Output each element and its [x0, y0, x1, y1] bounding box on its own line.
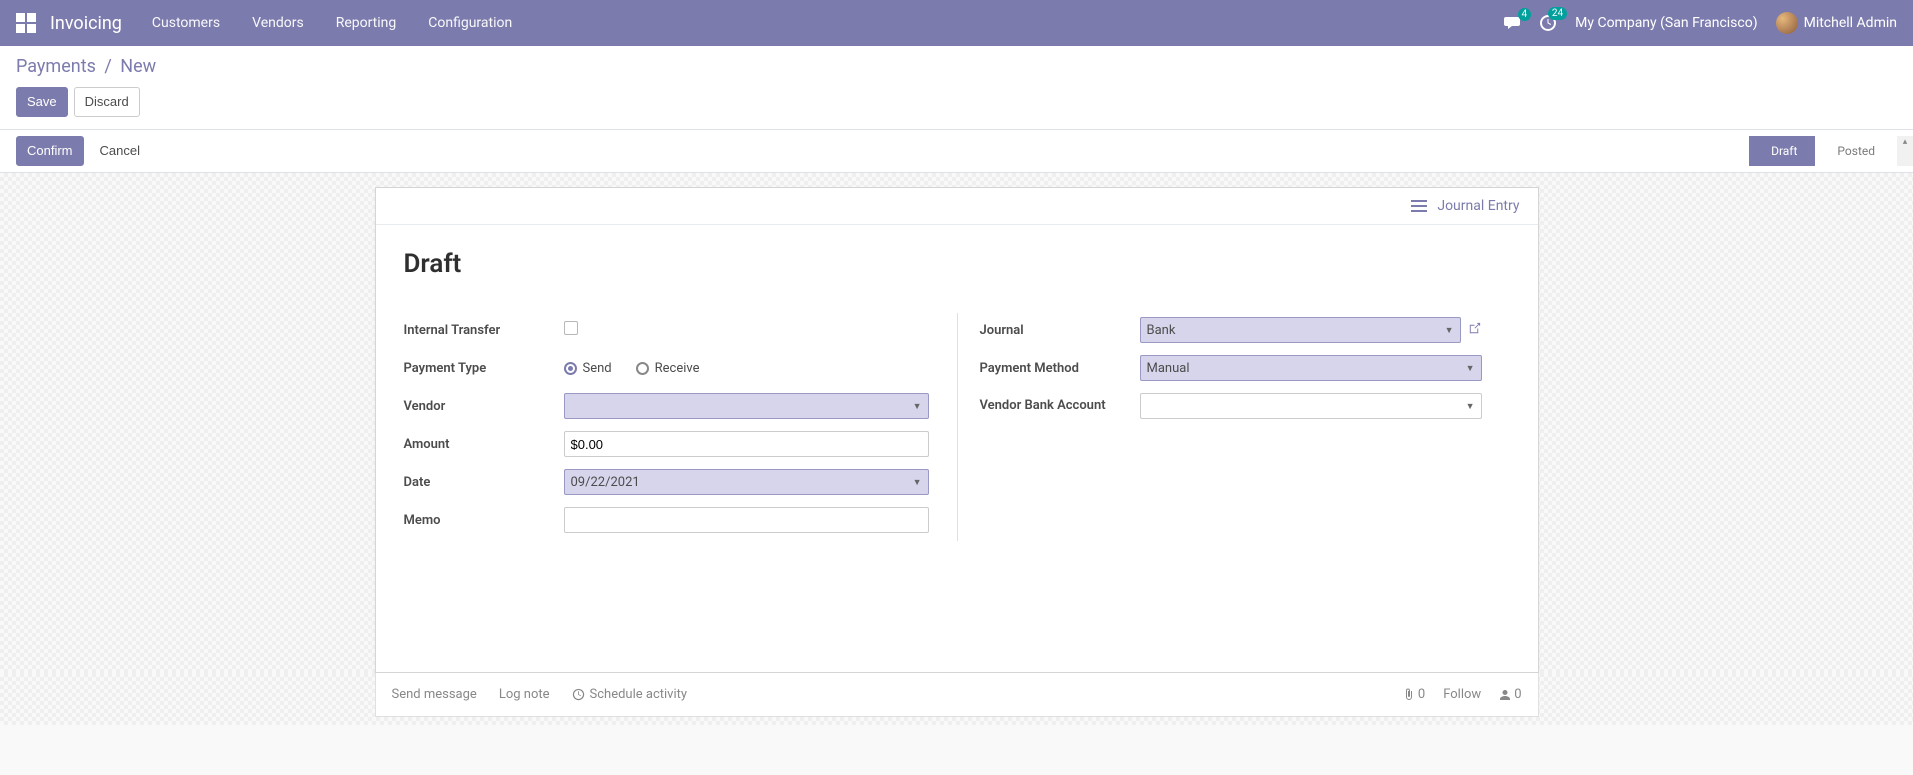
- caret-down-icon: ▼: [913, 401, 922, 412]
- internal-transfer-checkbox[interactable]: [564, 321, 578, 335]
- discuss-icon[interactable]: 4: [1503, 15, 1521, 31]
- group-left: Internal Transfer Payment Type Send: [404, 313, 957, 541]
- radio-receive[interactable]: Receive: [636, 361, 700, 376]
- label-payment-type: Payment Type: [404, 361, 564, 376]
- caret-down-icon: ▼: [1445, 325, 1454, 336]
- external-link-icon[interactable]: [1467, 321, 1482, 340]
- paperclip-icon: [1403, 688, 1415, 702]
- menu-configuration[interactable]: Configuration: [428, 15, 512, 31]
- radio-send-label: Send: [583, 361, 612, 376]
- chatter: Send message Log note Schedule activity …: [375, 673, 1539, 717]
- content: Journal Entry Draft Internal Transfer Pa…: [0, 173, 1913, 673]
- status-bar: Confirm Cancel Draft Posted: [0, 130, 1913, 173]
- label-internal-transfer: Internal Transfer: [404, 323, 564, 338]
- scrollbar[interactable]: [1897, 136, 1913, 166]
- label-vendor-bank-account: Vendor Bank Account: [958, 398, 1140, 415]
- activities-icon[interactable]: 24: [1539, 14, 1557, 32]
- vendor-bank-account-select[interactable]: ▼: [1140, 393, 1482, 419]
- payment-method-select[interactable]: Manual ▼: [1140, 355, 1482, 381]
- radio-receive-label: Receive: [655, 361, 700, 376]
- attachments-count: 0: [1418, 687, 1425, 702]
- followers-count: 0: [1514, 687, 1521, 702]
- caret-down-icon: ▼: [913, 477, 922, 488]
- label-memo: Memo: [404, 513, 564, 528]
- label-payment-method: Payment Method: [958, 361, 1140, 376]
- schedule-activity-label: Schedule activity: [590, 687, 688, 702]
- status-steps: Draft Posted: [1749, 136, 1893, 166]
- label-vendor: Vendor: [404, 399, 564, 414]
- sheet-toolbar: Journal Entry: [376, 188, 1538, 225]
- memo-input[interactable]: [564, 507, 929, 533]
- journal-entry-icon: [1411, 200, 1427, 212]
- save-button[interactable]: Save: [16, 87, 68, 117]
- breadcrumb-parent[interactable]: Payments: [16, 56, 96, 77]
- journal-select[interactable]: Bank ▼: [1140, 317, 1461, 343]
- radio-dot-icon: [636, 362, 649, 375]
- user-name: Mitchell Admin: [1804, 15, 1897, 31]
- stat-journal-entry-label: Journal Entry: [1437, 198, 1519, 214]
- label-amount: Amount: [404, 437, 564, 452]
- label-journal: Journal: [958, 323, 1140, 338]
- systray: 4 24 My Company (San Francisco) Mitchell…: [1503, 12, 1897, 34]
- navbar: Invoicing Customers Vendors Reporting Co…: [0, 0, 1913, 46]
- cancel-button[interactable]: Cancel: [90, 136, 150, 166]
- breadcrumb-current: New: [120, 56, 156, 77]
- cp-buttons: Save Discard: [16, 87, 1897, 117]
- menu-customers[interactable]: Customers: [152, 15, 220, 31]
- vendor-select[interactable]: ▼: [564, 393, 929, 419]
- journal-value: Bank: [1147, 323, 1176, 338]
- apps-icon[interactable]: [16, 13, 36, 33]
- status-step-draft[interactable]: Draft: [1749, 136, 1815, 166]
- clock-icon: [572, 688, 585, 701]
- avatar-icon: [1776, 12, 1798, 34]
- caret-down-icon: ▼: [1466, 363, 1475, 374]
- record-title: Draft: [404, 249, 1510, 279]
- stat-journal-entry[interactable]: Journal Entry: [1411, 198, 1519, 214]
- breadcrumb-sep: /: [104, 56, 111, 77]
- status-step-posted[interactable]: Posted: [1815, 136, 1893, 166]
- company-switcher[interactable]: My Company (San Francisco): [1575, 15, 1757, 31]
- confirm-button[interactable]: Confirm: [16, 136, 84, 166]
- user-menu[interactable]: Mitchell Admin: [1776, 12, 1897, 34]
- amount-input[interactable]: [564, 431, 929, 457]
- chatter-followers[interactable]: 0: [1499, 687, 1521, 702]
- brand[interactable]: Invoicing: [50, 13, 122, 34]
- menu-reporting[interactable]: Reporting: [336, 15, 397, 31]
- radio-send[interactable]: Send: [564, 361, 612, 376]
- discard-button[interactable]: Discard: [74, 87, 140, 117]
- activities-badge: 24: [1548, 7, 1567, 20]
- navbar-menu: Customers Vendors Reporting Configuratio…: [152, 15, 512, 31]
- chatter-send-message[interactable]: Send message: [392, 687, 477, 702]
- breadcrumb: Payments / New: [16, 56, 1897, 77]
- label-date: Date: [404, 475, 564, 490]
- menu-vendors[interactable]: Vendors: [252, 15, 304, 31]
- control-panel: Payments / New Save Discard: [0, 46, 1913, 130]
- chatter-attachments[interactable]: 0: [1403, 687, 1425, 702]
- user-icon: [1499, 689, 1511, 701]
- date-input[interactable]: 09/22/2021 ▼: [564, 469, 929, 495]
- caret-down-icon: ▼: [1466, 401, 1475, 412]
- chatter-log-note[interactable]: Log note: [499, 687, 550, 702]
- payment-method-value: Manual: [1147, 361, 1190, 376]
- group-right: Journal Bank ▼: [957, 313, 1510, 541]
- date-value: 09/22/2021: [571, 475, 640, 490]
- chatter-follow[interactable]: Follow: [1443, 687, 1481, 702]
- form-sheet: Journal Entry Draft Internal Transfer Pa…: [375, 187, 1539, 673]
- discuss-badge: 4: [1518, 8, 1532, 21]
- radio-dot-icon: [564, 362, 577, 375]
- chatter-schedule-activity[interactable]: Schedule activity: [572, 687, 688, 702]
